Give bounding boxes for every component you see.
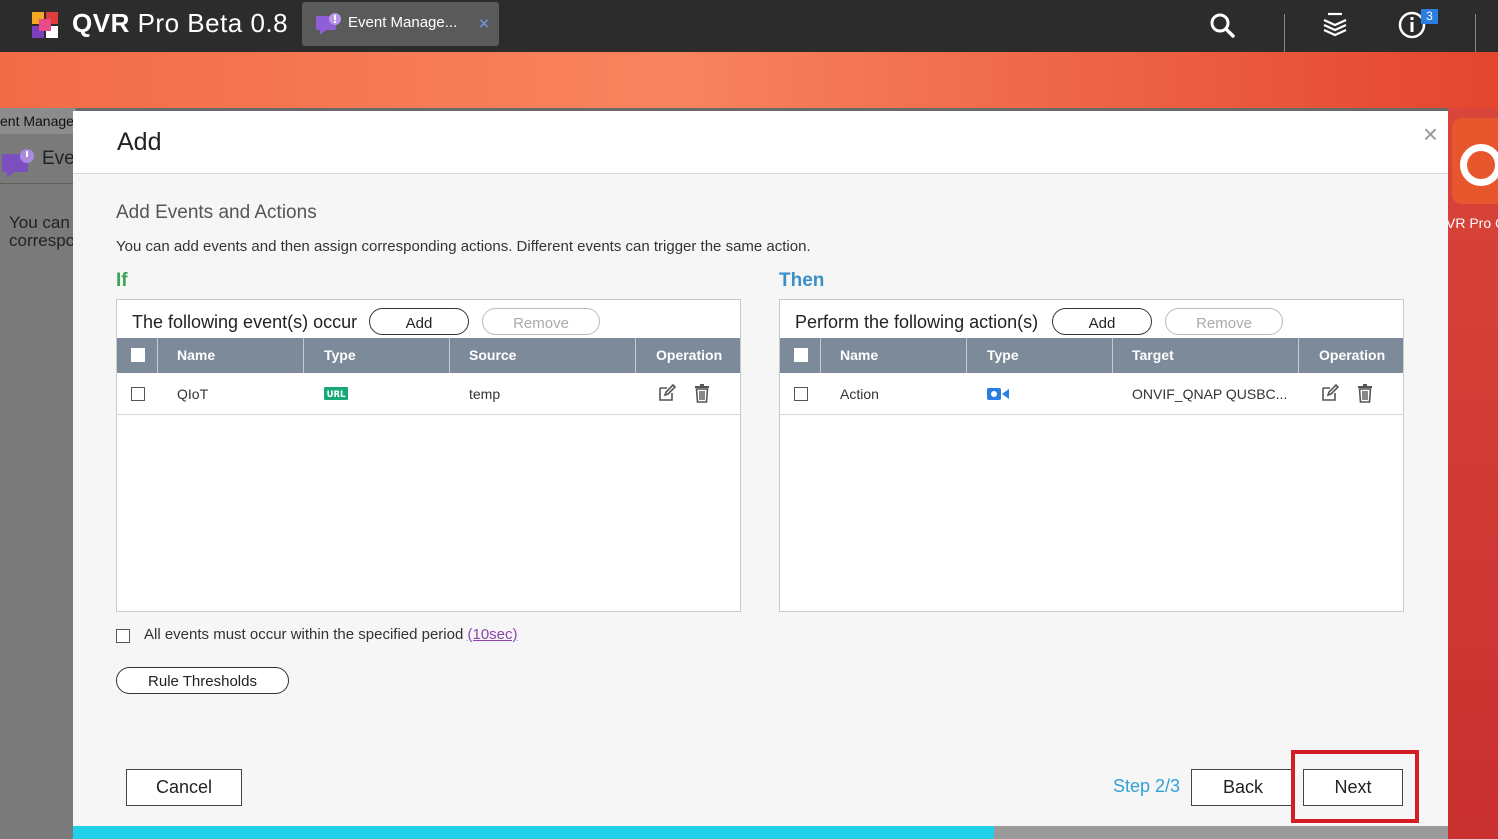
then-label: Then [779, 270, 825, 291]
close-icon[interactable]: × [1423, 119, 1438, 150]
section-title: Add Events and Actions [116, 202, 317, 223]
section-description: You can add events and then assign corre… [116, 238, 811, 255]
column-header-type[interactable]: Type [324, 338, 356, 373]
tab-label: Event Manage... [348, 14, 458, 31]
app-title: QVR Pro Beta 0.8 [72, 8, 288, 39]
events-panel: The following event(s) occur Add Remove … [116, 299, 741, 612]
notification-badge: 3 [1421, 9, 1438, 24]
remove-action-button[interactable]: Remove [1165, 308, 1283, 335]
column-header-type[interactable]: Type [987, 338, 1019, 373]
events-table-header: Name Type Source Operation [117, 338, 740, 373]
back-button[interactable]: Back [1191, 769, 1295, 806]
remove-event-button[interactable]: Remove [482, 308, 600, 335]
dialog-title: Add [117, 128, 162, 156]
actions-caption: Perform the following action(s) [795, 312, 1039, 332]
events-caption: The following event(s) occur [132, 312, 358, 332]
background-text-line-2: correspo [9, 231, 76, 250]
background-window-text: You can correspo [9, 214, 75, 250]
column-header-source[interactable]: Source [469, 338, 516, 373]
row-checkbox[interactable] [794, 387, 808, 401]
table-row[interactable]: Action ONVIF_QNAP QUSBC... [780, 373, 1403, 415]
task-stack-icon[interactable] [1320, 10, 1350, 40]
search-icon[interactable] [1207, 10, 1237, 40]
toolbar-divider-right [1475, 14, 1476, 52]
row-checkbox[interactable] [131, 387, 145, 401]
qvr-pro-app-label: VR Pro C [1446, 215, 1498, 231]
action-target: ONVIF_QNAP QUSBC... [1132, 386, 1288, 402]
delete-icon[interactable] [1355, 383, 1375, 403]
column-header-name[interactable]: Name [177, 338, 215, 373]
column-header-target[interactable]: Target [1132, 338, 1174, 373]
tab-event-manager[interactable]: Event Manage... × [302, 2, 499, 46]
column-header-operation: Operation [1319, 347, 1386, 363]
edit-icon[interactable] [657, 383, 677, 403]
background-window-title: Eve [42, 148, 75, 169]
dialog-body: Add Events and Actions You can add event… [73, 174, 1448, 826]
background-window-header: ent Manager [0, 108, 76, 134]
period-text: All events must occur within the specifi… [144, 626, 464, 643]
if-label: If [116, 270, 128, 291]
column-header-name[interactable]: Name [840, 338, 878, 373]
select-all-actions-checkbox[interactable] [794, 348, 808, 362]
tab-close-button[interactable]: × [479, 14, 489, 34]
url-badge-text: URL [327, 390, 346, 400]
cancel-button[interactable]: Cancel [126, 769, 242, 806]
table-row[interactable]: QIoT URL temp [117, 373, 740, 415]
app-title-rest: Pro Beta 0.8 [137, 8, 289, 38]
period-text-wrap: All events must occur within the specifi… [144, 626, 518, 643]
edit-icon[interactable] [1320, 383, 1340, 403]
background-text-line-1: You can [9, 213, 70, 232]
app-title-bold: QVR [72, 8, 130, 38]
select-all-events-checkbox[interactable] [131, 348, 145, 362]
rule-thresholds-button[interactable]: Rule Thresholds [116, 667, 289, 694]
add-action-button[interactable]: Add [1052, 308, 1152, 335]
actions-panel: Perform the following action(s) Add Remo… [779, 299, 1404, 612]
background-window-divider [0, 183, 76, 184]
column-header-operation: Operation [656, 347, 723, 363]
toolbar-divider [1284, 14, 1285, 52]
add-rule-dialog: Add × Add Events and Actions You can add… [73, 111, 1448, 839]
event-name: QIoT [177, 386, 209, 402]
add-event-button[interactable]: Add [369, 308, 469, 335]
desktop-banner [0, 52, 1498, 108]
qvr-pro-app-icon[interactable] [1452, 118, 1498, 204]
event-manager-icon [2, 149, 34, 178]
event-manager-icon [316, 13, 341, 35]
qvr-logo-icon [30, 10, 60, 40]
period-checkbox[interactable] [116, 629, 130, 643]
wizard-progress-fill [73, 826, 995, 839]
url-type-icon: URL [324, 387, 348, 400]
next-button-highlight [1291, 750, 1419, 823]
step-indicator: Step 2/3 [1113, 776, 1181, 796]
background-event-manager-window: ent Manager Eve You can correspo [0, 108, 76, 839]
event-source: temp [469, 386, 501, 402]
period-link[interactable]: (10sec) [468, 626, 518, 643]
actions-table-header: Name Type Target Operation [780, 338, 1403, 373]
top-bar: QVR Pro Beta 0.8 Event Manage... × 3 [0, 0, 1498, 52]
action-name: Action [840, 386, 879, 402]
video-camera-icon [987, 388, 1009, 400]
wizard-progress-bar [73, 826, 1448, 839]
delete-icon[interactable] [692, 383, 712, 403]
